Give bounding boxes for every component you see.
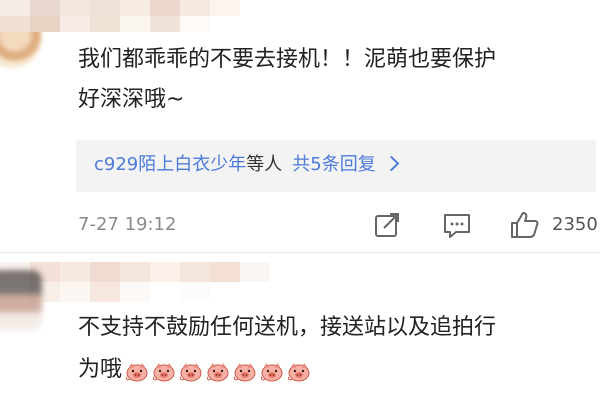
like-count: 2350 xyxy=(552,214,598,235)
comment-timestamp: 7-27 19:12 xyxy=(78,214,177,235)
repost-icon[interactable] xyxy=(370,208,404,242)
reply-suffix: 等人 xyxy=(246,154,283,175)
chevron-right-icon xyxy=(383,155,399,172)
pig-emoji-icon xyxy=(124,359,150,382)
pig-emoji-icon xyxy=(286,359,312,382)
avatar[interactable] xyxy=(0,270,42,330)
replies-preview[interactable]: c929陌上白衣少年等人 共5条回复 xyxy=(76,140,596,192)
username-blurred[interactable] xyxy=(0,0,240,32)
like-icon[interactable] xyxy=(508,208,542,242)
reply-author-link[interactable]: c929陌上白衣少年 xyxy=(94,154,246,175)
replies-link[interactable]: c929陌上白衣少年等人 共5条回复 xyxy=(94,152,399,178)
comment-divider xyxy=(0,252,600,253)
emoji-row xyxy=(124,352,313,388)
pig-emoji-icon xyxy=(151,359,177,382)
pig-emoji-icon xyxy=(232,359,258,382)
comment-text-line: 不支持不鼓励任何送机，接送站以及追拍行 xyxy=(78,315,497,340)
pig-emoji-icon xyxy=(178,359,204,382)
comment-text-line: 我们都乖乖的不要去接机！！泥萌也要保护 xyxy=(78,47,497,72)
comment-text-line: 为哦 xyxy=(78,352,313,388)
comment-text-line: 好深深哦~ xyxy=(78,87,185,112)
comment-text-tail: 为哦 xyxy=(78,357,123,382)
reply-count-link[interactable]: 共5条回复 xyxy=(292,154,375,175)
pig-emoji-icon xyxy=(259,359,285,382)
pig-emoji-icon xyxy=(205,359,231,382)
comment-icon[interactable] xyxy=(440,208,474,242)
